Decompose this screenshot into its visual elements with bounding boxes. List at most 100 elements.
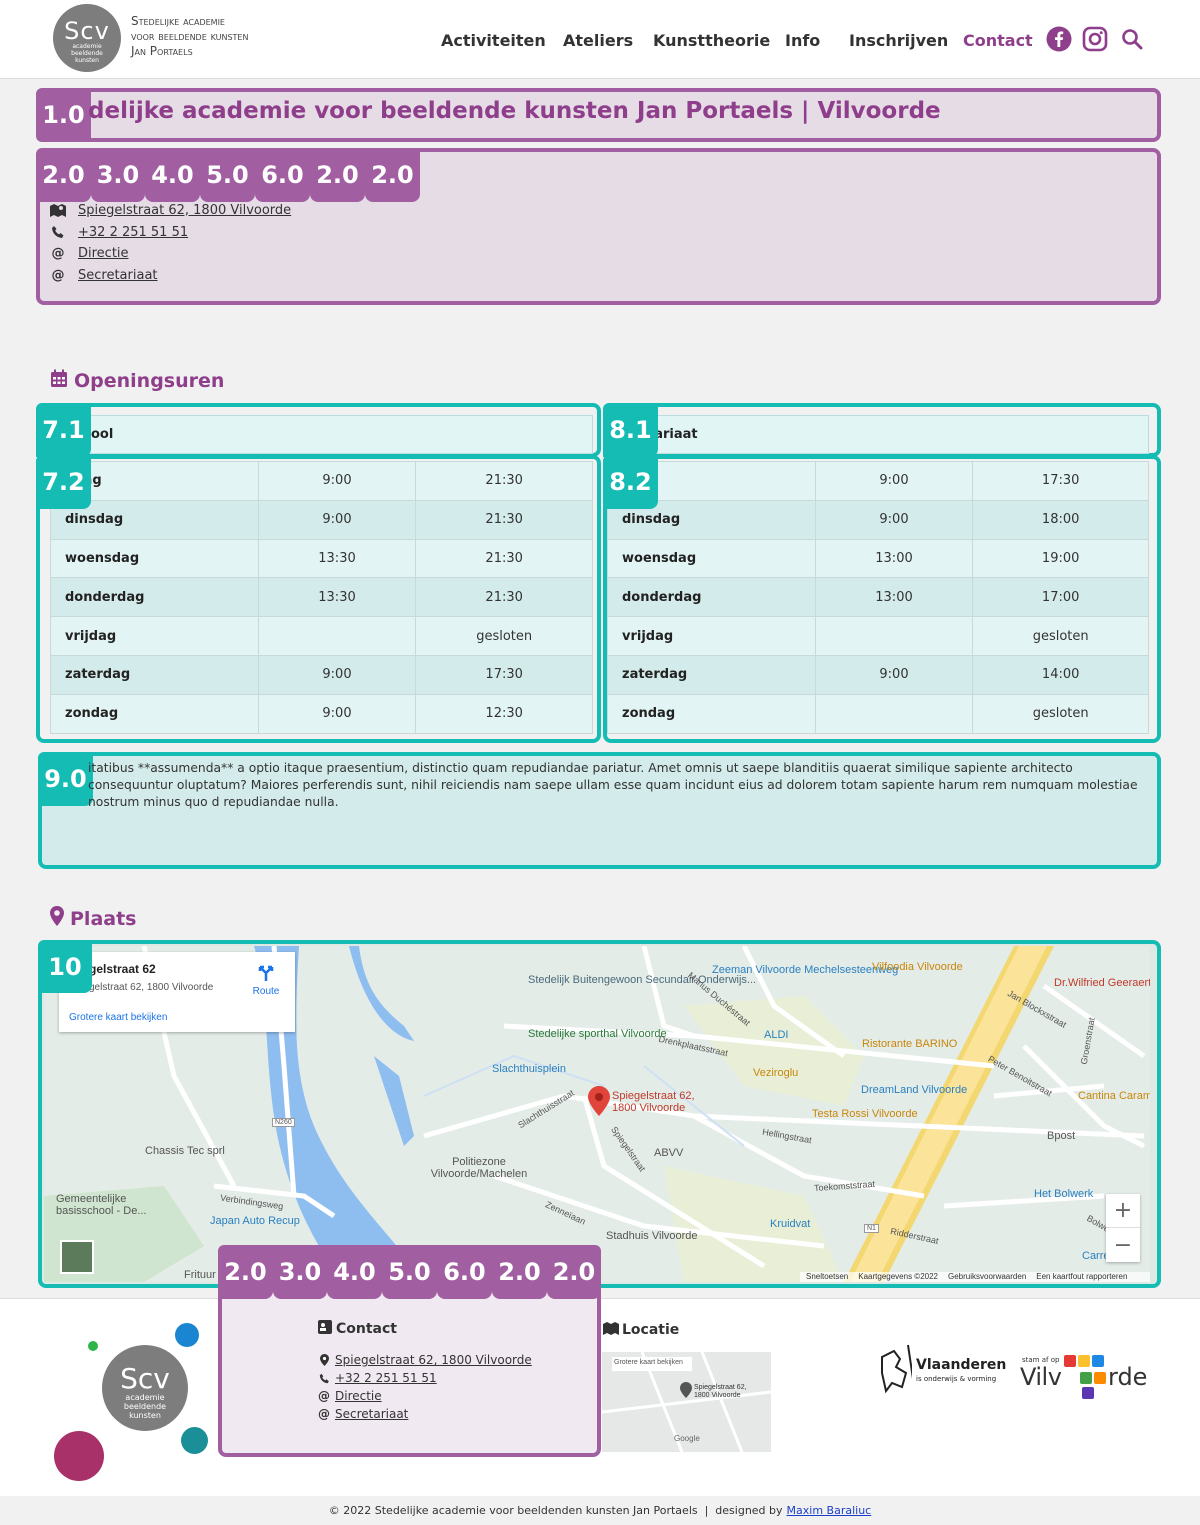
nav-ateliers[interactable]: Ateliers [563,31,633,50]
footer-secretariaat-link[interactable]: Secretariaat [335,1407,408,1421]
mini-map-pin-label: Spiegelstraat 62, 1800 Vilvoorde [694,1384,747,1399]
school-open-cell: 9:00 [257,654,417,695]
secretariaat-open-cell [814,616,974,656]
phone-icon [50,224,66,240]
site-logo[interactable]: Scv academie beeldende kunsten [53,4,121,72]
school-head-badge: 7.1 [36,403,91,457]
footer-badge-5: 6.0 [437,1245,492,1299]
secretariaat-head-badge: 8.1 [603,403,658,457]
logo-mark: Scv [64,17,110,45]
map-label-testarossi: Testa Rossi Vilvoorde [812,1108,918,1120]
contact-badge-7: 2.0 [365,148,420,202]
vilvoorde-right: rde [1108,1363,1148,1391]
road-n1: N1 [864,1224,879,1233]
school-day-cell: zondag [50,693,259,734]
secretariaat-open-cell: 13:00 [814,577,974,618]
secretariaat-table-badge: 8.2 [603,455,658,509]
logo-line-1: Stedelijke academie [131,14,225,28]
school-day-cell: vrijdag [50,616,259,656]
logo-wordmark[interactable]: Stedelijke academie voor beeldende kunst… [131,14,301,59]
at-icon: @ [51,245,65,261]
school-hours-table: ndag9:0021:30dinsdag9:0021:30woensdag13:… [50,461,593,734]
route-button[interactable]: Route [249,964,283,997]
footer-logo-sub-3: kunsten [129,1411,161,1420]
map-report-link[interactable]: Een kaartfout rapporteren [1036,1272,1127,1282]
zoom-in-button[interactable]: + [1106,1194,1140,1228]
at-icon: @ [318,1407,330,1421]
map-label-basisschool: Gemeentelijke basisschool - De... [56,1193,147,1217]
map-card-title: gelstraat 62 [89,962,156,976]
map-label-sporthal: Stedelijke sporthal Vilvoorde [528,1028,667,1040]
nav-activiteiten[interactable]: Activiteiten [441,31,546,50]
footer-phone-link[interactable]: +32 2 251 51 51 [335,1371,437,1385]
site-header: Scv academie beeldende kunsten Stedelijk… [0,0,1200,79]
secretariaat-hours-table: dag9:0017:30dinsdag9:0018:00woensdag13:0… [607,461,1149,734]
footer-address-link[interactable]: Spiegelstraat 62, 1800 Vilvoorde [335,1353,532,1367]
directie-link[interactable]: Directie [78,246,129,261]
secretariaat-link[interactable]: Secretariaat [78,268,158,283]
footer-address-row: Spiegelstraat 62, 1800 Vilvoorde [318,1353,532,1367]
designer-link[interactable]: Maxim Baraliuc [787,1504,872,1517]
secretariaat-open-cell: 9:00 [814,499,974,540]
footer-locatie-label: Locatie [622,1322,680,1338]
map-label-stadhuis: Stadhuis Vilvoorde [606,1230,698,1242]
footer-logo-sub-1: academie [125,1393,165,1402]
footer-directie-row: @ Directie [318,1389,382,1403]
mini-map-link[interactable]: Grotere kaart bekijken [612,1357,692,1371]
school-table-badge: 7.2 [36,455,91,509]
map-label-geeraerts: Dr.Wilfried Geeraerts [1054,977,1150,989]
footer-badge-1: 2.0 [218,1245,273,1299]
map-terms-link[interactable]: Gebruiksvoorwaarden [948,1272,1026,1282]
satellite-toggle[interactable] [60,1240,94,1274]
map-badge: 10 [38,940,92,993]
zoom-out-button[interactable]: − [1106,1228,1140,1262]
map-pin-icon[interactable] [588,1086,610,1120]
footer-logo-mark: Scv [120,1362,170,1395]
footer-directie-link[interactable]: Directie [335,1389,382,1403]
map-label-abvv: ABVV [654,1147,684,1159]
secretariaat-open-cell [814,693,974,734]
secretariaat-day-cell: donderdag [607,577,816,618]
nav-contact[interactable]: Contact [963,31,1033,50]
map-label-bpost: Bpost [1047,1130,1076,1142]
address-row: Spiegelstraat 62, 1800 Vilvoorde [50,202,291,218]
decor-dot-green [88,1341,98,1351]
school-close-cell: 21:30 [415,499,593,540]
secretariaat-close-cell: 19:00 [972,538,1149,579]
map-larger-link[interactable]: Grotere kaart bekijken [69,1012,167,1023]
at-icon: @ [318,1389,330,1403]
phone-link[interactable]: +32 2 251 51 51 [78,225,188,240]
instagram-icon[interactable] [1081,25,1109,53]
school-day-cell: zaterdag [50,654,259,695]
map-icon [50,202,66,218]
map-shortcuts-link[interactable]: Sneltoetsen [806,1272,848,1282]
facebook-icon[interactable] [1045,25,1073,53]
footer-badge-6: 2.0 [492,1245,547,1299]
plaats-title: Plaats [50,906,136,931]
zoom-controls: + − [1106,1194,1140,1262]
school-open-cell: 9:00 [257,461,417,501]
vilvoorde-logo[interactable]: stam af op Vilv rde [1020,1353,1150,1401]
nav-kunsttheorie[interactable]: Kunsttheorie [653,31,770,50]
school-row: vrijdag gesloten [50,616,593,656]
vlaanderen-logo[interactable]: Vlaanderen is onderwijs & vorming [878,1343,1008,1400]
footer-phone-row: +32 2 251 51 51 [318,1371,437,1385]
search-icon[interactable] [1118,25,1146,53]
footer-logo[interactable]: Scv academie beeldende kunsten [102,1345,188,1431]
school-close-cell: gesloten [415,616,593,656]
nav-info[interactable]: Info [785,31,820,50]
footer-badge-7: 2.0 [547,1245,601,1299]
road-n260: N260 [272,1118,295,1127]
logo-subtext-2: beeldende [71,50,103,57]
secretariaat-day-cell: zondag [607,693,816,734]
contact-badge-1: 2.0 [36,148,91,202]
footer-mini-map[interactable]: Grotere kaart bekijken Spiegelstraat 62,… [602,1352,771,1452]
secretariaat-close-cell: gesloten [972,693,1149,734]
mini-map-pin-icon [680,1382,692,1398]
map-label-bolwerk: Het Bolwerk [1034,1188,1094,1200]
contact-badge-2: 3.0 [91,148,145,202]
address-link[interactable]: Spiegelstraat 62, 1800 Vilvoorde [78,203,291,218]
nav-inschrijven[interactable]: Inschrijven [849,31,948,50]
footer-badge-2: 3.0 [273,1245,327,1299]
openingsuren-title: Openingsuren [50,369,224,393]
